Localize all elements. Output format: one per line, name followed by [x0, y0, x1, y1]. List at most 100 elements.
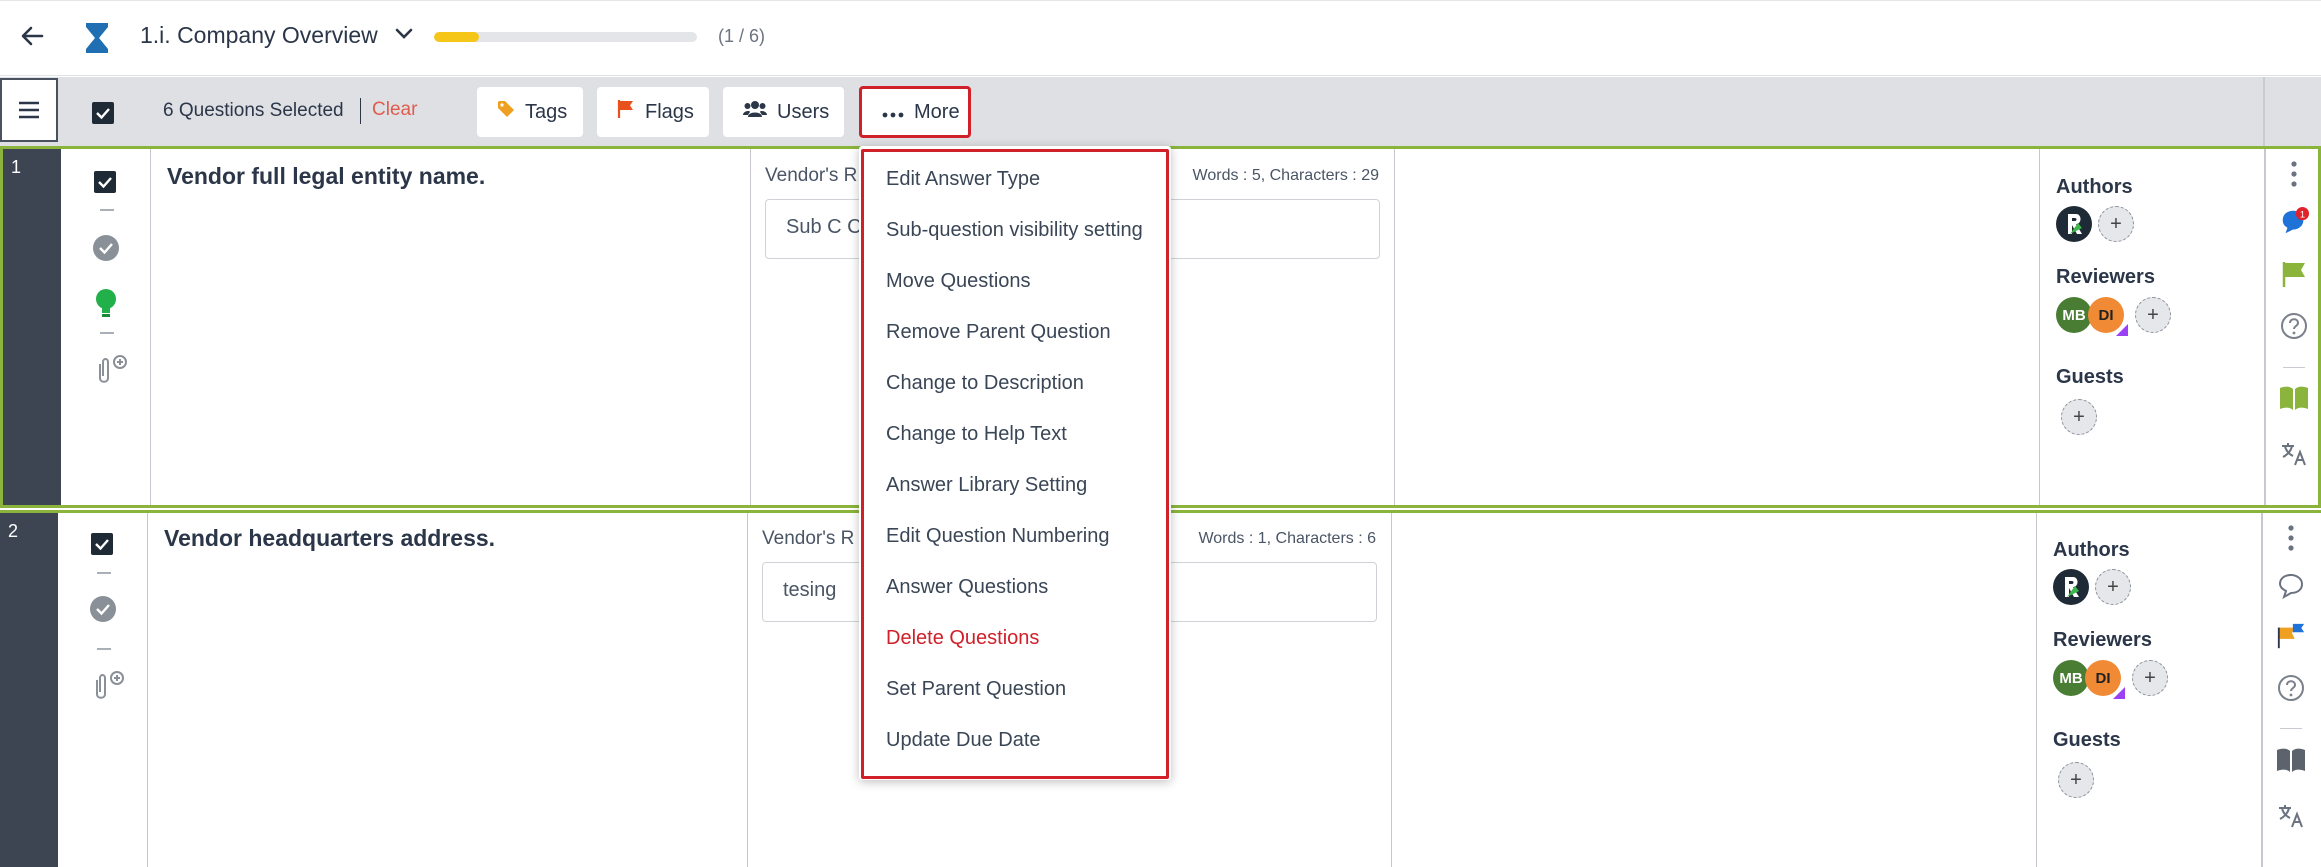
row-checkbox[interactable] [94, 171, 116, 198]
row-checkbox[interactable] [91, 533, 113, 560]
dropdown-menu: Edit Answer Type Sub-question visibility… [861, 149, 1169, 779]
more-dots-icon [882, 101, 904, 124]
question-number: 1 [3, 149, 61, 505]
check-circle-icon[interactable] [90, 596, 116, 627]
menu-item-answer-questions[interactable]: Answer Questions [886, 576, 1048, 599]
comment-badge: 1 [2300, 209, 2305, 219]
divider [100, 332, 114, 334]
question-text: Vendor full legal entity name. [167, 163, 486, 189]
progress-fill [434, 32, 479, 42]
menu-item-change-to-help-text[interactable]: Change to Help Text [886, 423, 1067, 446]
author-avatar[interactable] [2053, 569, 2089, 605]
authors-label: Authors [2053, 539, 2130, 561]
book-icon[interactable] [2276, 745, 2306, 775]
lightbulb-icon[interactable] [95, 289, 117, 324]
flag-icon[interactable] [2279, 259, 2309, 289]
authors-label: Authors [2056, 176, 2133, 198]
column-divider [2264, 149, 2266, 505]
menu-item-update-due-date[interactable]: Update Due Date [886, 729, 1041, 752]
menu-item-change-to-description[interactable]: Change to Description [886, 372, 1084, 395]
divider [2280, 728, 2302, 729]
comment-outline-icon[interactable] [2276, 571, 2306, 601]
users-icon [743, 100, 767, 124]
page-title: 1.i. Company Overview [140, 22, 378, 48]
menu-item-edit-answer-type[interactable]: Edit Answer Type [886, 168, 1040, 191]
select-all-checkbox[interactable] [92, 102, 114, 129]
check-circle-icon[interactable] [93, 235, 119, 266]
add-guest-button[interactable]: + [2058, 762, 2094, 798]
guests-label: Guests [2053, 729, 2121, 751]
status-marker [2113, 687, 2125, 699]
reviewer-avatar[interactable]: MB [2056, 297, 2092, 333]
divider [100, 209, 114, 211]
divider [2283, 367, 2305, 368]
attachment-add-icon[interactable] [89, 670, 125, 707]
word-count: Words : 1, Characters : 6 [1198, 530, 1376, 547]
flag-icon [617, 99, 635, 125]
menu-item-sub-question-visibility[interactable]: Sub-question visibility setting [886, 219, 1143, 242]
tags-label: Tags [525, 100, 568, 123]
flags-button[interactable]: Flags [597, 87, 709, 137]
add-author-button[interactable]: + [2095, 569, 2131, 605]
menu-item-move-questions[interactable]: Move Questions [886, 270, 1031, 293]
reviewers-label: Reviewers [2056, 266, 2155, 288]
tags-button[interactable]: Tags [477, 87, 583, 137]
menu-item-edit-question-numbering[interactable]: Edit Question Numbering [886, 525, 1109, 548]
tag-icon [497, 100, 515, 124]
menu-item-set-parent-question[interactable]: Set Parent Question [886, 678, 1066, 701]
chevron-down-icon[interactable] [394, 26, 414, 47]
help-icon[interactable] [2276, 673, 2306, 703]
reviewer-avatar[interactable]: MB [2053, 660, 2089, 696]
column-divider [747, 513, 748, 867]
comment-icon[interactable]: 1 [2279, 207, 2309, 237]
add-reviewer-button[interactable]: + [2135, 297, 2171, 333]
add-author-button[interactable]: + [2098, 206, 2134, 242]
menu-item-remove-parent-question[interactable]: Remove Parent Question [886, 321, 1111, 344]
users-button[interactable]: Users [723, 87, 844, 137]
clear-selection-link[interactable]: Clear [372, 99, 417, 121]
translate-icon[interactable] [2279, 439, 2309, 469]
flags-label: Flags [645, 100, 694, 123]
hourglass-icon [84, 21, 110, 60]
progress-bar [434, 32, 697, 42]
add-reviewer-button[interactable]: + [2132, 660, 2168, 696]
more-button[interactable]: More [859, 86, 971, 138]
column-divider [2039, 149, 2040, 505]
menu-icon[interactable] [0, 78, 58, 142]
toolbar-right-panel [2263, 77, 2321, 146]
attachment-add-icon[interactable] [92, 354, 128, 391]
column-divider [2036, 513, 2037, 867]
divider [97, 572, 111, 574]
kebab-menu-icon[interactable] [2276, 523, 2306, 553]
book-icon[interactable] [2279, 383, 2309, 413]
question-text: Vendor headquarters address. [164, 525, 496, 551]
add-guest-button[interactable]: + [2061, 399, 2097, 435]
word-count: Words : 5, Characters : 29 [1192, 167, 1379, 184]
column-divider [750, 149, 751, 505]
column-divider [1394, 149, 1395, 505]
column-divider [2261, 513, 2263, 867]
guests-label: Guests [2056, 366, 2124, 388]
menu-item-answer-library-setting[interactable]: Answer Library Setting [886, 474, 1087, 497]
response-label: Vendor's R [762, 528, 855, 549]
back-arrow-icon[interactable] [18, 21, 46, 55]
help-icon[interactable] [2279, 311, 2309, 341]
users-label: Users [777, 100, 830, 123]
response-label: Vendor's R [765, 165, 858, 186]
translate-icon[interactable] [2276, 801, 2306, 831]
divider [360, 98, 361, 124]
progress-text: (1 / 6) [718, 26, 766, 46]
row-controls [61, 149, 151, 505]
more-label: More [914, 100, 960, 123]
selected-count-text: 6 Questions Selected [163, 100, 344, 121]
author-avatar[interactable] [2056, 206, 2092, 242]
reviewers-label: Reviewers [2053, 629, 2152, 651]
row-controls [58, 513, 148, 867]
page-header: 1.i. Company Overview (1 / 6) [0, 0, 2321, 76]
kebab-menu-icon[interactable] [2279, 159, 2309, 189]
menu-item-delete-questions[interactable]: Delete Questions [886, 627, 1039, 650]
bulk-toolbar: 6 Questions Selected Clear Tags Flags Us… [0, 77, 2321, 146]
divider [97, 648, 111, 650]
flag-icon[interactable] [2276, 621, 2306, 651]
column-divider [1391, 513, 1392, 867]
